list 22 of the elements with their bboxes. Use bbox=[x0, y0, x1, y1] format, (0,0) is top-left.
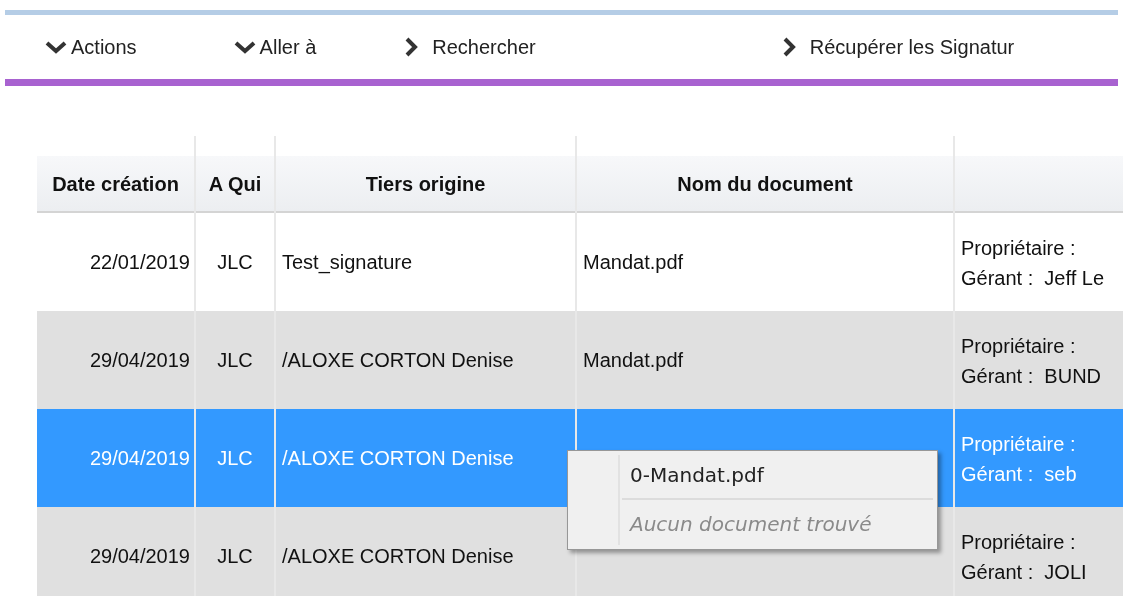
table-cell-text: /ALOXE CORTON Denise bbox=[282, 544, 514, 569]
table-cell-text: Propriétaire : bbox=[961, 530, 1077, 555]
table-cell-text: /ALOXE CORTON Denise bbox=[282, 348, 514, 373]
table-cell-text: JLC bbox=[217, 544, 253, 569]
table-cell-text: Propriétaire : bbox=[961, 236, 1077, 261]
table-cell-text: Gérant : seb bbox=[961, 462, 1078, 487]
table-cell-text: Propriétaire : bbox=[961, 334, 1077, 359]
table-cell-text: /ALOXE CORTON Denise bbox=[282, 446, 514, 471]
table-cell-text: 29/04/2019 bbox=[89, 348, 190, 373]
table-cell-text: 22/01/2019 bbox=[89, 250, 190, 275]
table-cell-text: Propriétaire : bbox=[961, 432, 1077, 457]
table-cell-text: Mandat.pdf bbox=[583, 348, 684, 373]
table-cell-text: Gérant : BUND bbox=[961, 364, 1103, 389]
table-cell-text: Mandat.pdf bbox=[583, 250, 684, 275]
table-cell-text: Gérant : Jeff Le bbox=[961, 266, 1106, 291]
table-cell-text: JLC bbox=[217, 250, 253, 275]
table-cell-text: Test_signature bbox=[282, 250, 413, 276]
table-cell-text: 29/04/2019 bbox=[89, 544, 190, 569]
table-cell-text: Gérant : JOLI bbox=[961, 560, 1088, 585]
table-cell-text: JLC bbox=[217, 348, 253, 373]
table-cell-text: JLC bbox=[217, 446, 253, 471]
table-cell-text: 29/04/2019 bbox=[89, 446, 190, 471]
